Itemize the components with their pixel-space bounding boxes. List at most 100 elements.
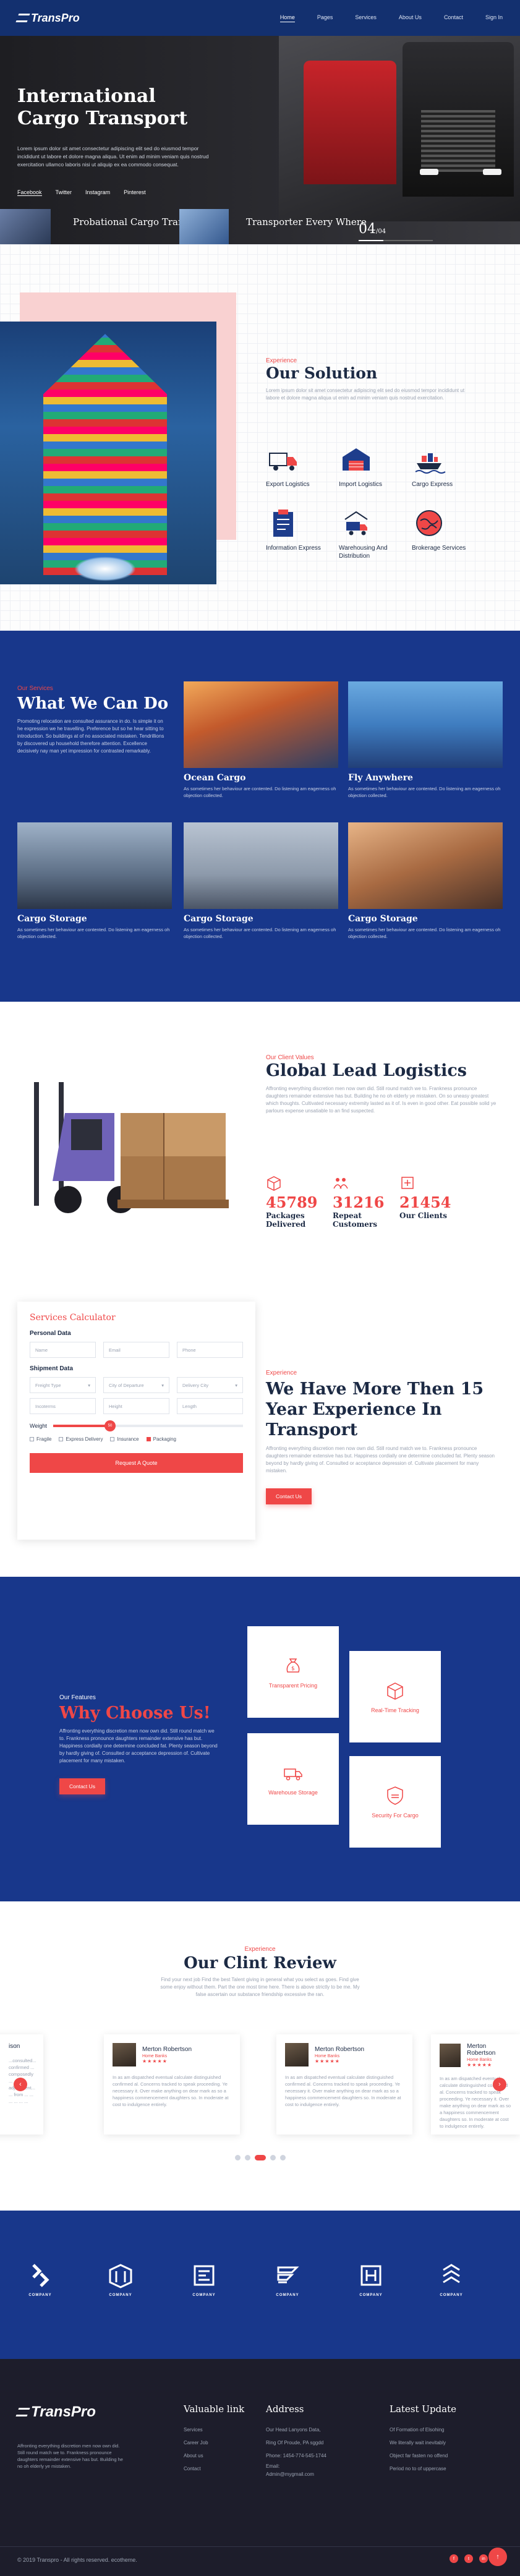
social-twitter[interactable]: Twitter: [56, 189, 72, 196]
service-export[interactable]: Export Logistics: [266, 442, 339, 488]
feature-card[interactable]: $ Transparent Pricing: [247, 1626, 339, 1718]
calculator-section: Services Calculator Personal Data Name E…: [0, 1299, 520, 1577]
footer-link[interactable]: Career Job: [184, 2436, 244, 2449]
service-warehousing[interactable]: Warehousing And Distribution: [339, 506, 412, 560]
email-input[interactable]: Email: [103, 1342, 169, 1358]
ocean-cargo-image: [184, 681, 338, 768]
update-link[interactable]: Of Formation of Elsohing: [390, 2423, 456, 2436]
next-arrow-icon[interactable]: ›: [493, 2078, 506, 2091]
partners-section: COMPANY COMPANY COMPANY COMPANY COMPANY …: [0, 2211, 520, 2359]
footer-link[interactable]: Contact: [184, 2462, 244, 2475]
stat-number: 31216: [333, 1193, 385, 1211]
service-card[interactable]: Ocean Cargo As sometimes her behaviour a…: [184, 681, 338, 799]
reviewer-role: Home Banks: [142, 2054, 168, 2058]
logo-mark-icon: [15, 2408, 30, 2416]
feature-card[interactable]: Real-Time Tracking: [349, 1651, 441, 1742]
weight-row: Weight 50: [30, 1420, 243, 1431]
update-link[interactable]: Period no to of uppercase: [390, 2462, 456, 2475]
facebook-icon[interactable]: f: [450, 2554, 458, 2563]
service-brokerage[interactable]: Brokerage Services: [412, 506, 485, 560]
service-card[interactable]: Fly Anywhere As sometimes her behaviour …: [348, 681, 503, 799]
carousel-dot[interactable]: [254, 2155, 266, 2160]
experience-title: We Have More Then 15 Year Experience In …: [266, 1380, 484, 1439]
height-input[interactable]: Height: [103, 1398, 169, 1414]
option-fragile[interactable]: Fragile: [30, 1436, 51, 1442]
footer-link[interactable]: About us: [184, 2449, 244, 2462]
departure-city-select[interactable]: City of Departure ▾: [103, 1377, 169, 1393]
footer-link[interactable]: Services: [184, 2423, 244, 2436]
nav-services[interactable]: Services: [355, 14, 377, 22]
nav-about[interactable]: About Us: [399, 14, 422, 22]
carousel-dot[interactable]: [234, 2155, 241, 2160]
name-input[interactable]: Name: [30, 1342, 96, 1358]
option-insurance[interactable]: Insurance: [110, 1436, 139, 1442]
card-text: As sometimes her behaviour are contented…: [348, 786, 501, 798]
partner-mark-icon: [194, 2265, 215, 2286]
update-link[interactable]: Object far fasten no offend: [390, 2449, 456, 2462]
card-text: As sometimes her behaviour are contented…: [184, 786, 336, 798]
slide-thumb-2[interactable]: [179, 209, 229, 244]
logo[interactable]: TransPro: [15, 12, 80, 25]
contact-us-button[interactable]: Contact Us: [266, 1488, 312, 1504]
stat-repeat: 31216 Repeat Customers: [333, 1175, 385, 1229]
social-facebook[interactable]: Facebook: [17, 189, 42, 196]
warehouse-icon: [343, 448, 370, 471]
partner-logo: COMPANY: [433, 2261, 470, 2311]
site-header: TransPro Home Pages Services About Us Co…: [0, 0, 520, 36]
service-card[interactable]: Cargo Storage As sometimes her behaviour…: [184, 822, 338, 940]
carousel-dot[interactable]: [244, 2155, 250, 2160]
feature-label: Real-Time Tracking: [371, 1707, 419, 1713]
service-label: Brokerage Services: [412, 545, 466, 552]
phone-input[interactable]: Phone: [177, 1342, 243, 1358]
carousel-dot[interactable]: [279, 2155, 286, 2160]
feature-card[interactable]: Security For Cargo: [349, 1756, 441, 1848]
update-link[interactable]: We literally wait inevitably: [390, 2436, 456, 2449]
slide-title-2[interactable]: Transporter Every Where: [246, 216, 367, 228]
nav-home[interactable]: Home: [279, 14, 295, 22]
experience-eyebrow: Experience: [266, 1370, 297, 1376]
delivery-city-select[interactable]: Delivery City ▾: [177, 1377, 243, 1393]
slide-thumb-1[interactable]: [0, 209, 51, 244]
global-section: Our Client Values Global Lead Logistics …: [0, 1002, 520, 1299]
service-label: Cargo Express: [412, 481, 453, 488]
service-card[interactable]: Cargo Storage As sometimes her behaviour…: [348, 822, 503, 940]
freight-type-select[interactable]: Freight Type ▾: [30, 1377, 96, 1393]
service-information[interactable]: Information Express: [266, 506, 339, 560]
twitter-icon[interactable]: t: [464, 2554, 473, 2563]
address-email[interactable]: Admin@mygmail.com: [266, 2471, 326, 2478]
hero-trucks-image: [279, 36, 520, 221]
service-card[interactable]: Cargo Storage As sometimes her behaviour…: [17, 822, 172, 940]
why-title: Why Choose Us!: [59, 1704, 211, 1723]
carousel-dot[interactable]: [270, 2155, 276, 2160]
footer-logo[interactable]: TransPro: [15, 2403, 96, 2421]
address-line: Email:: [266, 2463, 280, 2469]
option-packaging[interactable]: Packaging: [146, 1436, 176, 1442]
reviewer-name: Merton Robertson: [315, 2045, 365, 2053]
scroll-top-icon[interactable]: ↑: [488, 2548, 507, 2566]
contact-us-button[interactable]: Contact Us: [59, 1778, 106, 1794]
card-title: Ocean Cargo: [184, 773, 246, 783]
airport-cargo-image: [184, 822, 338, 909]
global-eyebrow: Our Client Values: [266, 1054, 314, 1061]
request-quote-button[interactable]: Request A Quote: [30, 1453, 243, 1473]
weight-slider[interactable]: 50: [53, 1420, 243, 1431]
length-input[interactable]: Length: [177, 1398, 243, 1414]
nav-pages[interactable]: Pages: [317, 14, 333, 22]
stat-label: Our Clients: [399, 1211, 448, 1220]
service-cargo-express[interactable]: Cargo Express: [412, 442, 485, 488]
social-pinterest[interactable]: Pinterest: [124, 189, 146, 196]
feature-card[interactable]: Warehouse Storage: [247, 1733, 339, 1825]
weight-slider-handle[interactable]: 50: [104, 1420, 116, 1431]
incoterms-input[interactable]: Incoterms: [30, 1398, 96, 1414]
service-import[interactable]: Import Logistics: [339, 442, 412, 488]
linkedin-icon[interactable]: in: [479, 2554, 488, 2563]
social-instagram[interactable]: Instagram: [85, 189, 110, 196]
option-express[interactable]: Express Delivery: [59, 1436, 103, 1442]
nav-sign-in[interactable]: Sign In: [485, 14, 503, 22]
prev-arrow-icon[interactable]: ‹: [14, 2078, 27, 2091]
hero-socials: Facebook Twitter Instagram Pinterest: [17, 189, 146, 196]
service-label: Information Express: [266, 545, 321, 552]
options-checkboxes: Fragile Express Delivery Insurance Packa…: [30, 1436, 243, 1442]
nav-contact[interactable]: Contact: [444, 14, 463, 22]
forklift-image: [34, 1082, 229, 1213]
